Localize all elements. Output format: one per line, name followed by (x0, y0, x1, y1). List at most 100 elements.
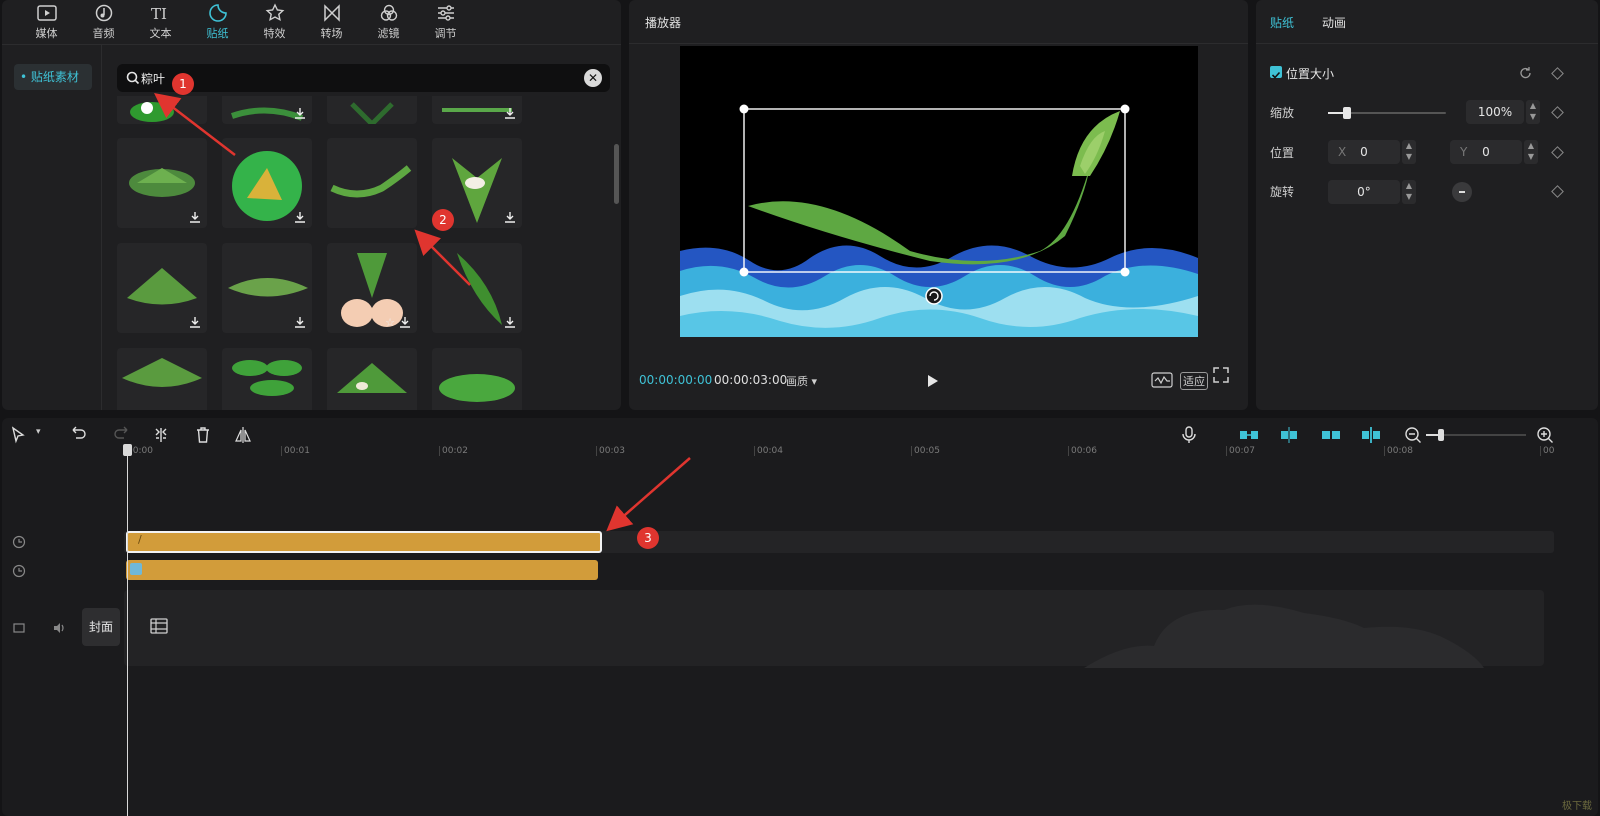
tab-effects[interactable]: 特效 (246, 0, 303, 44)
sticker-tile[interactable] (432, 96, 522, 124)
sticker-tile[interactable] (327, 348, 417, 410)
scale-slider[interactable] (1328, 107, 1446, 119)
auto-snap-icon[interactable] (1278, 426, 1300, 444)
waveform-icon[interactable] (1151, 372, 1173, 388)
total-time: 00:00:03:00 (714, 373, 788, 387)
tab-media[interactable]: 媒体 (18, 0, 75, 44)
select-cursor-icon[interactable] (10, 426, 28, 444)
tab-adjust[interactable]: 调节 (417, 0, 474, 44)
mirror-icon[interactable] (234, 426, 252, 444)
undo-icon[interactable] (70, 426, 88, 444)
fullscreen-icon[interactable] (1213, 367, 1229, 383)
download-icon[interactable] (189, 211, 201, 223)
tab-audio[interactable]: 音频 (75, 0, 132, 44)
ruler-label: 00:01 (281, 446, 310, 456)
preview-canvas[interactable] (680, 46, 1198, 337)
zoom-out-icon[interactable] (1404, 426, 1422, 444)
download-icon[interactable] (294, 316, 306, 328)
keyframe-icon[interactable] (1551, 146, 1564, 159)
download-icon[interactable] (504, 211, 516, 223)
download-icon[interactable] (399, 316, 411, 328)
star-icon[interactable]: ☆ (385, 316, 395, 329)
position-x-field[interactable]: X0 (1328, 140, 1400, 164)
sticker-tile[interactable] (117, 96, 207, 124)
zoom-slider-handle[interactable] (1438, 429, 1444, 441)
y-stepper[interactable]: ▲ ▼ (1524, 140, 1538, 164)
zoom-in-icon[interactable] (1536, 426, 1554, 444)
sticker-tile[interactable] (222, 243, 312, 333)
tab-sticker[interactable]: 贴纸 (189, 0, 246, 44)
redo-icon[interactable] (112, 426, 130, 444)
sticker-tile[interactable] (432, 243, 522, 333)
ruler-label: 00:02 (439, 446, 468, 456)
rotation-field[interactable]: 0° (1328, 180, 1400, 204)
scale-slider-handle[interactable] (1342, 107, 1351, 119)
effect-clip[interactable] (126, 560, 598, 580)
delete-icon[interactable] (194, 426, 212, 444)
cover-button[interactable]: 封面 (82, 608, 120, 646)
sidebar-item-sticker-material[interactable]: • 贴纸素材 (14, 64, 92, 90)
reset-icon[interactable] (1519, 66, 1533, 80)
sticker-tile[interactable] (432, 348, 522, 410)
play-icon[interactable] (925, 374, 939, 388)
download-icon[interactable] (504, 316, 516, 328)
sticker-clip[interactable]: / (126, 531, 602, 553)
keyframe-icon[interactable] (1551, 185, 1564, 198)
scale-label: 缩放 (1270, 106, 1295, 120)
linkage-icon[interactable] (1320, 426, 1342, 444)
rotation-stepper[interactable]: ▲ ▼ (1402, 180, 1416, 204)
sticker-sidebar: • 贴纸素材 (2, 45, 102, 410)
download-icon[interactable] (189, 316, 201, 328)
zoom-slider[interactable] (1426, 429, 1526, 441)
clear-search-icon[interactable]: ✕ (584, 69, 602, 87)
split-icon[interactable] (152, 426, 170, 444)
scale-field[interactable]: 100% (1466, 100, 1524, 124)
ruler-label: 00:03 (596, 446, 625, 456)
preview-axis-icon[interactable] (1360, 426, 1382, 444)
download-icon[interactable] (504, 107, 516, 119)
sticker-tile[interactable] (117, 138, 207, 228)
track-clock-icon[interactable] (12, 564, 26, 578)
tab-transition[interactable]: 转场 (303, 0, 360, 44)
sticker-tile[interactable] (327, 96, 417, 128)
film-icon[interactable] (150, 618, 168, 634)
sticker-tile[interactable] (117, 243, 207, 333)
track-clock-icon[interactable] (12, 535, 26, 549)
tab-sticker-label: 贴纸 (206, 27, 229, 40)
position-y-field[interactable]: Y0 (1450, 140, 1522, 164)
tab-text[interactable]: TI 文本 (132, 0, 189, 44)
sticker-tile[interactable] (327, 138, 417, 228)
download-icon[interactable] (294, 107, 306, 119)
main-video-track[interactable] (124, 590, 1544, 668)
sticker-tile[interactable] (222, 96, 312, 124)
fit-button[interactable]: 适应 (1180, 372, 1208, 390)
main-track-magnet-icon[interactable] (1238, 426, 1260, 444)
search-input[interactable]: 粽叶 (141, 70, 165, 87)
track-audio-icon[interactable] (52, 621, 66, 635)
tab-animation[interactable]: 动画 (1322, 14, 1346, 31)
keyframe-icon[interactable] (1551, 106, 1564, 119)
filter-icon (380, 4, 397, 21)
tab-filter[interactable]: 滤镜 (360, 0, 417, 44)
microphone-icon[interactable] (1180, 426, 1198, 444)
tab-sticker-props[interactable]: 贴纸 (1270, 14, 1294, 31)
x-stepper[interactable]: ▲ ▼ (1402, 140, 1416, 164)
sticker-tile[interactable] (117, 348, 207, 410)
time-ruler[interactable]: 00:00 00:01 00:02 00:03 00:04 00:05 00:0… (124, 446, 1598, 462)
keyframe-icon[interactable] (1551, 67, 1564, 80)
section-checkbox[interactable] (1270, 66, 1282, 79)
sticker-tile[interactable] (222, 348, 312, 410)
download-icon[interactable] (294, 211, 306, 223)
sticker-tile[interactable] (222, 138, 312, 228)
playhead[interactable] (127, 446, 128, 816)
sticker-tile[interactable]: ☆ (327, 243, 417, 333)
ruler-label: 00 (1540, 446, 1554, 456)
track-lock-icon[interactable] (12, 621, 26, 635)
chevron-down-icon[interactable]: ▾ (36, 427, 41, 437)
scale-stepper[interactable]: ▲ ▼ (1526, 100, 1540, 124)
rotation-dial[interactable] (1452, 182, 1472, 202)
x-label: X (1338, 145, 1347, 159)
search-icon (126, 71, 140, 85)
quality-dropdown[interactable]: 画质 ▾ (786, 373, 817, 389)
sticker-scrollbar[interactable] (614, 144, 619, 204)
